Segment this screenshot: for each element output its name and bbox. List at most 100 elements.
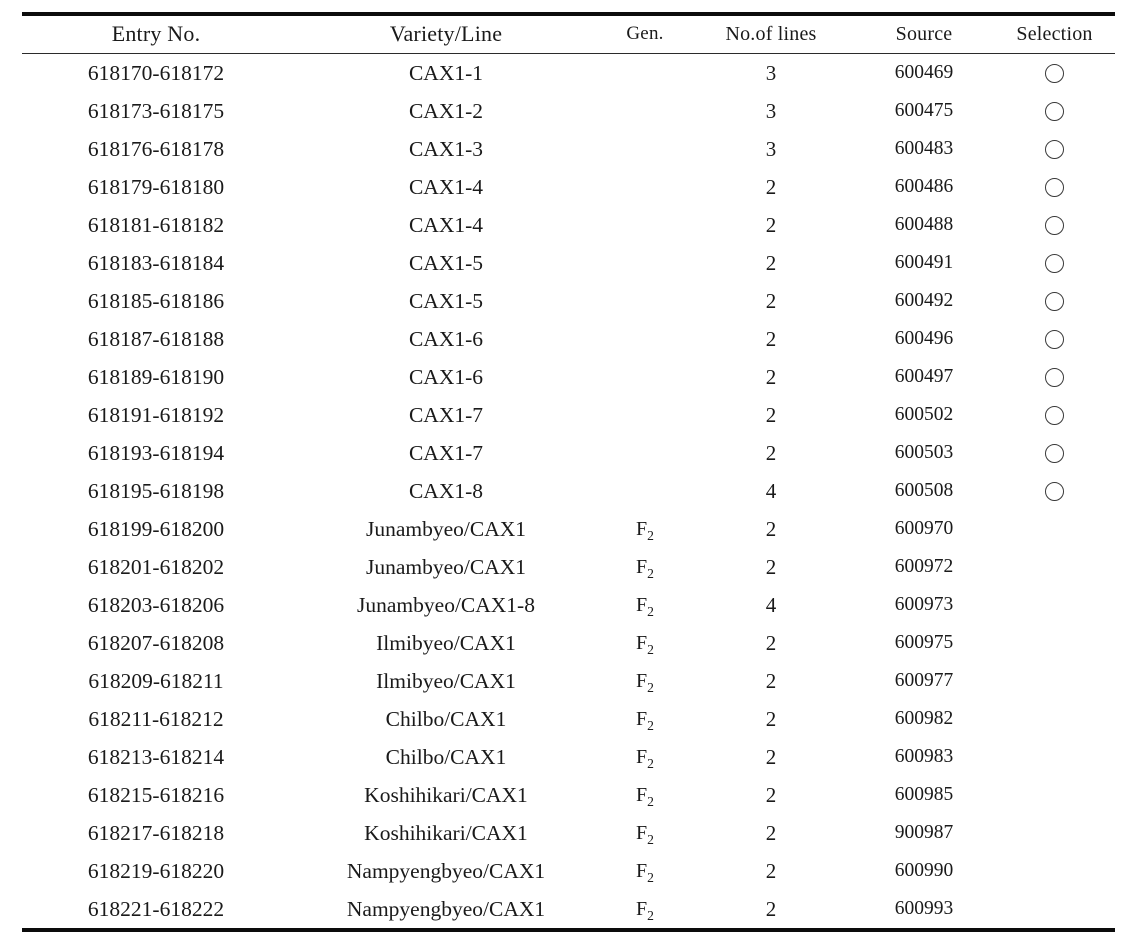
cell-selection	[994, 358, 1115, 396]
cell-source: 600975	[894, 631, 954, 653]
generation-symbol: F	[636, 631, 648, 654]
cell-no-of-lines: 2	[765, 212, 777, 237]
cell-no-of-lines: 2	[765, 820, 777, 845]
generation-subscript: 2	[647, 679, 654, 695]
table-row: 618195-618198 CAX1-8 4 600508	[22, 472, 1115, 510]
cell-entry-no: 618170-618172	[87, 60, 225, 85]
cell-source: 600983	[894, 745, 954, 767]
selection-circle-icon	[1045, 177, 1064, 197]
cell-generation	[602, 320, 688, 358]
cell-variety-line: Junambyeo/CAX1	[365, 554, 527, 579]
cell-no-of-lines: 2	[765, 744, 777, 769]
cell-variety-line: CAX1-5	[408, 288, 484, 313]
cell-source: 600496	[894, 327, 954, 349]
cell-generation	[602, 358, 688, 396]
table-row: 618217-618218 Koshihikari/CAX1 F2 2 900987	[22, 814, 1115, 852]
cell-no-of-lines: 3	[765, 98, 777, 123]
cell-selection	[994, 396, 1115, 434]
cell-variety-line: Ilmibyeo/CAX1	[376, 630, 516, 655]
cell-entry-no: 618181-618182	[87, 212, 225, 237]
cell-source: 600982	[894, 707, 954, 729]
selection-circle-icon	[1045, 139, 1064, 159]
generation-symbol: F	[636, 821, 648, 844]
cell-source: 600973	[894, 593, 954, 615]
cell-source: 600469	[894, 61, 954, 83]
table-row: 618187-618188 CAX1-6 2 600496	[22, 320, 1115, 358]
generation-symbol: F	[636, 745, 648, 768]
cell-no-of-lines: 2	[765, 782, 777, 807]
table-row: 618185-618186 CAX1-5 2 600492	[22, 282, 1115, 320]
cell-source: 600985	[894, 783, 954, 805]
cell-variety-line: Nampyengbyeo/CAX1	[346, 896, 546, 921]
selection-circle-icon	[1045, 101, 1064, 121]
cell-generation: F2	[602, 510, 688, 548]
cell-source: 600488	[894, 213, 954, 235]
cell-generation	[602, 472, 688, 510]
generation-subscript: 2	[647, 641, 654, 657]
cell-entry-no: 618179-618180	[87, 174, 225, 199]
cell-source: 600497	[894, 365, 954, 387]
generation-subscript: 2	[647, 603, 654, 619]
cell-no-of-lines: 2	[765, 516, 777, 541]
cell-variety-line: Chilbo/CAX1	[385, 706, 507, 731]
cell-variety-line: Koshihikari/CAX1	[364, 820, 528, 845]
selection-circle-icon	[1045, 405, 1064, 425]
cell-selection	[994, 700, 1115, 738]
cell-no-of-lines: 2	[765, 706, 777, 731]
generation-symbol: F	[636, 517, 648, 540]
cell-variety-line: Ilmibyeo/CAX1	[376, 668, 516, 693]
cell-generation	[602, 282, 688, 320]
cell-selection	[994, 130, 1115, 168]
cell-entry-no: 618193-618194	[87, 440, 225, 465]
table-row: 618207-618208 Ilmibyeo/CAX1 F2 2 600975	[22, 624, 1115, 662]
cell-selection	[994, 244, 1115, 282]
cell-no-of-lines: 2	[765, 858, 777, 883]
table-row: 618213-618214 Chilbo/CAX1 F2 2 600983	[22, 738, 1115, 776]
cell-entry-no: 618209-618211	[88, 668, 224, 693]
cell-selection	[994, 472, 1115, 510]
table-row: 618176-618178 CAX1-3 3 600483	[22, 130, 1115, 168]
cell-no-of-lines: 2	[765, 554, 777, 579]
cell-variety-line: Junambyeo/CAX1	[365, 516, 527, 541]
cell-selection	[994, 206, 1115, 244]
cell-selection	[994, 282, 1115, 320]
selection-circle-icon	[1045, 443, 1064, 463]
cell-generation	[602, 54, 688, 93]
cell-variety-line: CAX1-5	[408, 250, 484, 275]
cell-source: 600486	[894, 175, 954, 197]
generation-symbol: F	[636, 897, 648, 920]
cell-generation	[602, 244, 688, 282]
table-row: 618203-618206 Junambyeo/CAX1-8 F2 4 600973	[22, 586, 1115, 624]
cell-variety-line: CAX1-6	[408, 364, 484, 389]
cell-selection	[994, 548, 1115, 586]
cell-generation: F2	[602, 624, 688, 662]
cell-variety-line: CAX1-7	[408, 440, 484, 465]
cell-generation: F2	[602, 548, 688, 586]
generation-subscript: 2	[647, 869, 654, 885]
generation-symbol: F	[636, 593, 648, 616]
column-header-gen: Gen.	[626, 23, 664, 44]
cell-entry-no: 618189-618190	[87, 364, 225, 389]
cell-no-of-lines: 2	[765, 440, 777, 465]
column-header-selection: Selection	[1016, 22, 1093, 45]
cell-generation	[602, 396, 688, 434]
table-row: 618173-618175 CAX1-2 3 600475	[22, 92, 1115, 130]
generation-subscript: 2	[647, 831, 654, 847]
cell-variety-line: CAX1-1	[408, 60, 484, 85]
cell-generation	[602, 168, 688, 206]
cell-generation	[602, 92, 688, 130]
cell-source: 600503	[894, 441, 954, 463]
generation-symbol: F	[636, 783, 648, 806]
cell-entry-no: 618176-618178	[87, 136, 225, 161]
generation-subscript: 2	[647, 717, 654, 733]
cell-entry-no: 618219-618220	[87, 858, 225, 883]
cell-source: 600491	[894, 251, 954, 273]
cell-no-of-lines: 3	[765, 60, 777, 85]
cell-selection	[994, 54, 1115, 93]
cell-variety-line: Nampyengbyeo/CAX1	[346, 858, 546, 883]
cell-source: 600972	[894, 555, 954, 577]
cell-generation	[602, 206, 688, 244]
cell-entry-no: 618195-618198	[87, 478, 225, 503]
cell-selection	[994, 776, 1115, 814]
cell-no-of-lines: 2	[765, 288, 777, 313]
